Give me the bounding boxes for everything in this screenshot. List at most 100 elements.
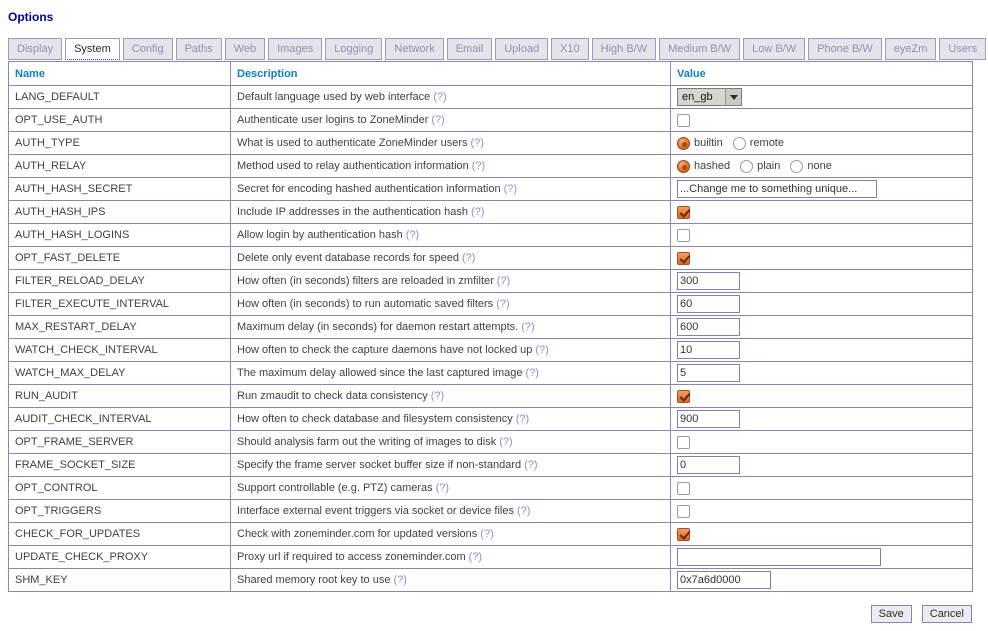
table-row: CHECK_FOR_UPDATES Check with zoneminder.c…: [9, 523, 973, 546]
radio-label: remote: [750, 137, 784, 149]
help-link[interactable]: (?): [504, 183, 517, 195]
table-row: SHM_KEYShared memory root key to use(?): [9, 569, 973, 592]
tab-high-b-w[interactable]: High B/W: [592, 38, 656, 60]
tab-email[interactable]: Email: [447, 38, 493, 60]
option-name: AUTH_RELAY: [15, 160, 86, 172]
tab-users[interactable]: Users: [939, 38, 986, 60]
opt-triggers-checkbox[interactable]: [677, 505, 690, 518]
filter-execute-interval-input[interactable]: [677, 295, 740, 313]
help-link[interactable]: (?): [433, 91, 446, 103]
tab-paths[interactable]: Paths: [176, 38, 222, 60]
auth-relay-radio-plain[interactable]: [740, 160, 753, 173]
auth-relay-radio-hashed[interactable]: [677, 160, 690, 173]
option-value-cell: [671, 293, 973, 316]
option-name-cell: WATCH_MAX_DELAY: [9, 362, 231, 385]
tab-network[interactable]: Network: [385, 38, 443, 60]
option-value-cell: [671, 270, 973, 293]
options-tabbar: DisplaySystemConfigPathsWebImagesLogging…: [8, 38, 980, 60]
tab-logging[interactable]: Logging: [325, 38, 382, 60]
help-link[interactable]: (?): [516, 413, 529, 425]
options-page: Options DisplaySystemConfigPathsWebImage…: [0, 0, 988, 631]
option-name-cell: MAX_RESTART_DELAY: [9, 316, 231, 339]
option-description: How often (in seconds) to run automatic …: [237, 298, 493, 310]
option-description: Support controllable (e.g. PTZ) cameras: [237, 482, 433, 494]
audit-check-interval-input[interactable]: [677, 410, 740, 428]
tab-web[interactable]: Web: [225, 38, 265, 60]
auth-hash-ips-checkbox[interactable]: [677, 206, 690, 219]
frame-socket-size-input[interactable]: [677, 456, 740, 474]
radio-label: none: [807, 160, 831, 172]
opt-fast-delete-checkbox[interactable]: [677, 252, 690, 265]
help-link[interactable]: (?): [524, 459, 537, 471]
option-value-cell: builtinremote: [671, 132, 973, 155]
option-value-cell: [671, 546, 973, 569]
option-name: CHECK_FOR_UPDATES: [15, 528, 140, 540]
option-name: OPT_FAST_DELETE: [15, 252, 120, 264]
tab-medium-b-w[interactable]: Medium B/W: [659, 38, 740, 60]
watch-max-delay-input[interactable]: [677, 364, 740, 382]
tab-low-b-w[interactable]: Low B/W: [743, 38, 805, 60]
page-title: Options: [8, 10, 980, 24]
tab-system[interactable]: System: [65, 38, 120, 60]
option-name-cell: AUTH_HASH_IPS: [9, 201, 231, 224]
help-link[interactable]: (?): [436, 482, 449, 494]
help-link[interactable]: (?): [472, 160, 485, 172]
option-description: Maximum delay (in seconds) for daemon re…: [237, 321, 518, 333]
tab-x10[interactable]: X10: [551, 38, 589, 60]
opt-frame-server-checkbox[interactable]: [677, 436, 690, 449]
help-link[interactable]: (?): [393, 574, 406, 586]
run-audit-checkbox[interactable]: [677, 390, 690, 403]
help-link[interactable]: (?): [521, 321, 534, 333]
tab-display[interactable]: Display: [8, 38, 62, 60]
auth-relay-radio-none[interactable]: [790, 160, 803, 173]
save-button[interactable]: Save: [871, 605, 912, 623]
shm-key-input[interactable]: [677, 571, 771, 589]
option-description-cell: What is used to authenticate ZoneMinder …: [231, 132, 671, 155]
tab-upload[interactable]: Upload: [495, 38, 548, 60]
help-link[interactable]: (?): [535, 344, 548, 356]
lang-default-select[interactable]: en_gb: [677, 88, 742, 106]
auth-type-radio-builtin[interactable]: [677, 137, 690, 150]
opt-control-checkbox[interactable]: [677, 482, 690, 495]
option-description: Specify the frame server socket buffer s…: [237, 459, 521, 471]
tab-config[interactable]: Config: [123, 38, 173, 60]
tab-eyezm[interactable]: eyeZm: [885, 38, 937, 60]
help-link[interactable]: (?): [526, 367, 539, 379]
help-link[interactable]: (?): [406, 229, 419, 241]
option-description: What is used to authenticate ZoneMinder …: [237, 137, 468, 149]
opt-use-auth-checkbox[interactable]: [677, 114, 690, 127]
check-for-updates-checkbox[interactable]: [677, 528, 690, 541]
help-link[interactable]: (?): [431, 390, 444, 402]
cancel-button[interactable]: Cancel: [922, 605, 972, 623]
option-name: FRAME_SOCKET_SIZE: [15, 459, 135, 471]
option-description: Proxy url if required to access zonemind…: [237, 551, 466, 563]
option-name: FILTER_RELOAD_DELAY: [15, 275, 145, 287]
chevron-down-icon: [725, 89, 741, 105]
option-description-cell: Delete only event database records for s…: [231, 247, 671, 270]
help-link[interactable]: (?): [462, 252, 475, 264]
help-link[interactable]: (?): [469, 551, 482, 563]
watch-check-interval-input[interactable]: [677, 341, 740, 359]
help-link[interactable]: (?): [496, 298, 509, 310]
help-link[interactable]: (?): [431, 114, 444, 126]
help-link[interactable]: (?): [497, 275, 510, 287]
update-check-proxy-input[interactable]: [677, 548, 881, 566]
max-restart-delay-input[interactable]: [677, 318, 740, 336]
option-name-cell: AUDIT_CHECK_INTERVAL: [9, 408, 231, 431]
option-name: LANG_DEFAULT: [15, 91, 100, 103]
auth-hash-secret-input[interactable]: [677, 180, 877, 198]
tab-phone-b-w[interactable]: Phone B/W: [808, 38, 882, 60]
help-link[interactable]: (?): [471, 137, 484, 149]
option-description: Interface external event triggers via so…: [237, 505, 514, 517]
filter-reload-delay-input[interactable]: [677, 272, 740, 290]
help-link[interactable]: (?): [480, 528, 493, 540]
tab-images[interactable]: Images: [268, 38, 322, 60]
table-row: AUTH_RELAYMethod used to relay authentic…: [9, 155, 973, 178]
help-link[interactable]: (?): [499, 436, 512, 448]
help-link[interactable]: (?): [471, 206, 484, 218]
option-name: OPT_CONTROL: [15, 482, 98, 494]
option-description-cell: Check with zoneminder.com for updated ve…: [231, 523, 671, 546]
auth-hash-logins-checkbox[interactable]: [677, 229, 690, 242]
auth-type-radio-remote[interactable]: [733, 137, 746, 150]
help-link[interactable]: (?): [517, 505, 530, 517]
